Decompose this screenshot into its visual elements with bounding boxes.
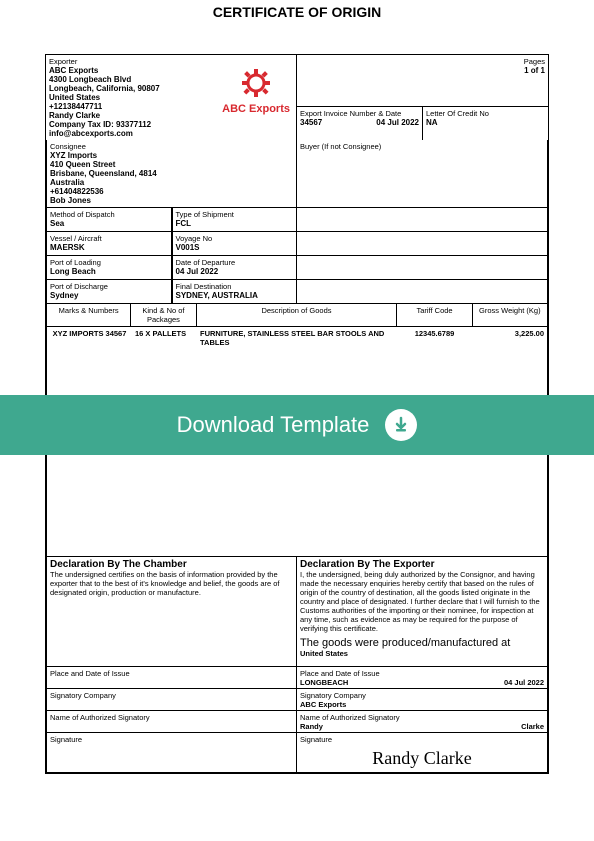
consignee-addr2: Brisbane, Queensland, 4814: [50, 169, 293, 178]
pages-value: 1 of 1: [300, 66, 545, 75]
col-tariff: Tariff Code: [397, 304, 472, 327]
exporter-decl-head: Declaration By The Exporter: [300, 559, 544, 570]
exporter-sig-company: Signatory Company ABC Exports: [297, 689, 548, 711]
company-logo: ABC Exports: [222, 67, 290, 115]
chamber-sig-company: Signatory Company: [46, 689, 297, 711]
place-value: LONGBEACH: [300, 678, 348, 687]
exporter-signature: Signature Randy Clarke: [297, 733, 548, 773]
consignee-country: Australia: [50, 178, 293, 187]
pages-label: Pages: [300, 57, 545, 66]
consignee-name: XYZ Imports: [50, 151, 293, 160]
exporter-declaration: Declaration By The Exporter I, the under…: [297, 557, 548, 667]
exporter-cell: Exporter ABC Exports 4300 Longbeach Blvd…: [46, 55, 297, 140]
invoice-number: 34567: [300, 118, 322, 127]
chamber-head: Declaration By The Chamber: [50, 559, 293, 570]
voyage-cell: Voyage No V001S: [172, 232, 298, 256]
invoice-date: 04 Jul 2022: [376, 118, 419, 127]
voyage-label: Voyage No: [176, 234, 294, 243]
invoice-cell: Export Invoice Number & Date 34567 04 Ju…: [297, 107, 422, 140]
vessel-label: Vessel / Aircraft: [50, 234, 168, 243]
dod-cell: Date of Departure 04 Jul 2022: [172, 256, 298, 280]
shiptype-cell: Type of Shipment FCL: [172, 208, 298, 232]
consignee-label: Consignee: [50, 142, 293, 151]
doc-title: CERTIFICATE OF ORIGIN: [0, 0, 594, 24]
pol-label: Port of Loading: [50, 258, 168, 267]
dispatch-label: Method of Dispatch: [50, 210, 168, 219]
line-marks: XYZ IMPORTS 34567: [47, 327, 132, 349]
exporter-auth-sig: Name of Authorized Signatory Randy Clark…: [297, 711, 548, 733]
vessel-cell: Vessel / Aircraft MAERSK: [46, 232, 172, 256]
place-date: 04 Jul 2022: [504, 678, 544, 687]
pol-cell: Port of Loading Long Beach: [46, 256, 172, 280]
produced-at: The goods were produced/manufactured at: [300, 637, 544, 649]
chamber-signature: Signature: [46, 733, 297, 773]
signature-value: Randy Clarke: [300, 744, 544, 769]
banner-text: Download Template: [177, 412, 370, 438]
auth-label-l: Name of Authorized Signatory: [50, 713, 293, 722]
table-row: XYZ IMPORTS 34567 16 X PALLETS FURNITURE…: [47, 327, 547, 349]
place-label-r: Place and Date of Issue: [300, 669, 544, 678]
col-weight: Gross Weight (Kg): [473, 304, 548, 327]
col-kind: Kind & No of Packages: [131, 304, 196, 327]
pod-value: Sydney: [50, 291, 168, 300]
loc-label: Letter Of Credit No: [426, 109, 545, 118]
loc-cell: Letter Of Credit No NA: [422, 107, 548, 140]
chamber-body: The undersigned certifies on the basis o…: [50, 570, 293, 597]
dispatch-value: Sea: [50, 219, 168, 228]
line-kind: 16 X PALLETS: [132, 327, 197, 349]
consignee-phone: +61404822536: [50, 187, 293, 196]
consignee-cell: Consignee XYZ Imports 410 Queen Street B…: [46, 140, 297, 208]
loc-value: NA: [426, 118, 545, 127]
col-marks: Marks & Numbers: [46, 304, 131, 327]
pod-label: Port of Discharge: [50, 282, 168, 291]
gear-icon: [238, 67, 274, 99]
line-desc: FURNITURE, STAINLESS STEEL BAR STOOLS AN…: [197, 327, 397, 349]
sigco-label-r: Signatory Company: [300, 691, 544, 700]
fdest-cell: Final Destination SYDNEY, AUSTRALIA: [172, 280, 298, 304]
sigco-value: ABC Exports: [300, 700, 544, 709]
sig-label-l: Signature: [50, 735, 293, 744]
buyer-label: Buyer (If not Consignee): [300, 142, 544, 151]
consignee-contact: Bob Jones: [50, 196, 293, 205]
voyage-value: V001S: [176, 243, 294, 252]
shiptype-value: FCL: [176, 219, 294, 228]
buyer-cell: Buyer (If not Consignee): [297, 140, 548, 208]
line-weight: 3,225.00: [472, 327, 547, 349]
exporter-place-issue: Place and Date of Issue LONGBEACH 04 Jul…: [297, 667, 548, 689]
vessel-value: MAERSK: [50, 243, 168, 252]
pol-value: Long Beach: [50, 267, 168, 276]
chamber-auth-sig: Name of Authorized Signatory: [46, 711, 297, 733]
exporter-decl-body: I, the undersigned, being duly authorize…: [300, 570, 544, 633]
pages-cell: Pages 1 of 1: [297, 55, 548, 107]
fdest-label: Final Destination: [176, 282, 294, 291]
dod-value: 04 Jul 2022: [176, 267, 294, 276]
invoice-label: Export Invoice Number & Date: [300, 109, 419, 118]
produced-country: United States: [300, 649, 544, 658]
consignee-addr1: 410 Queen Street: [50, 160, 293, 169]
line-tariff: 12345.6789: [397, 327, 472, 349]
dispatch-cell: Method of Dispatch Sea: [46, 208, 172, 232]
sigco-label-l: Signatory Company: [50, 691, 293, 700]
logo-text: ABC Exports: [222, 103, 290, 115]
fdest-value: SYDNEY, AUSTRALIA: [176, 291, 294, 300]
place-label-l: Place and Date of Issue: [50, 669, 293, 678]
auth-label-r: Name of Authorized Signatory: [300, 713, 544, 722]
chamber-place-issue: Place and Date of Issue: [46, 667, 297, 689]
chamber-declaration: Declaration By The Chamber The undersign…: [46, 557, 297, 667]
dod-label: Date of Departure: [176, 258, 294, 267]
col-desc: Description of Goods: [197, 304, 398, 327]
sig-label-r: Signature: [300, 735, 544, 744]
auth-first: Randy: [300, 722, 323, 731]
exporter-label: Exporter: [49, 57, 293, 66]
pod-cell: Port of Discharge Sydney: [46, 280, 172, 304]
shiptype-label: Type of Shipment: [176, 210, 294, 219]
exporter-taxid: Company Tax ID: 93377112: [49, 120, 293, 129]
auth-last: Clarke: [521, 722, 544, 731]
exporter-email: info@abcexports.com: [49, 129, 293, 138]
download-template-button[interactable]: Download Template: [0, 395, 594, 455]
download-icon: [385, 409, 417, 441]
